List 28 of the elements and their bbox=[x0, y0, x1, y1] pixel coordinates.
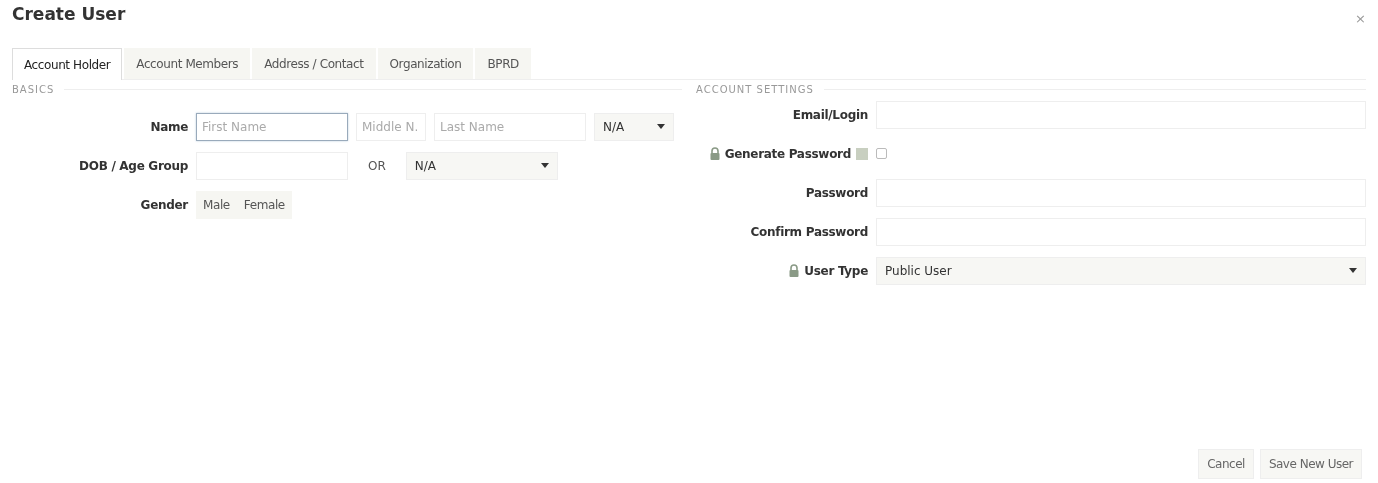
tab[interactable]: Account Members bbox=[124, 48, 251, 79]
or-label: OR bbox=[368, 158, 386, 173]
field-label: Confirm Password bbox=[750, 224, 868, 239]
tab[interactable]: Organization bbox=[377, 48, 474, 79]
field-label: Name bbox=[149, 119, 188, 134]
select-field[interactable]: N/A bbox=[594, 112, 674, 141]
caret-icon bbox=[1349, 268, 1357, 273]
field-label: User Type bbox=[804, 263, 868, 278]
tab[interactable]: Address / Contact bbox=[252, 48, 376, 79]
help-icon[interactable] bbox=[856, 147, 868, 160]
tab[interactable]: BPRD bbox=[475, 48, 531, 79]
section-heading: ACCOUNT SETTINGS bbox=[696, 84, 814, 95]
text-field[interactable]: First Name bbox=[196, 112, 348, 141]
select-field[interactable]: N/A bbox=[405, 151, 558, 180]
select-field[interactable]: Public User bbox=[876, 256, 1366, 285]
dialog-button[interactable]: Cancel bbox=[1198, 449, 1254, 479]
tab[interactable]: Account Holder bbox=[12, 48, 123, 80]
caret-icon bbox=[657, 124, 665, 129]
dialog-button[interactable]: Save New User bbox=[1259, 449, 1362, 479]
field-label: Password bbox=[805, 185, 868, 200]
field-label: Gender bbox=[139, 197, 188, 212]
checkbox[interactable] bbox=[876, 148, 887, 159]
field-label: Generate Password bbox=[724, 146, 851, 161]
caret-icon bbox=[540, 163, 549, 168]
field-label: DOB / Age Group bbox=[78, 158, 188, 173]
section-heading: BASICS bbox=[12, 84, 55, 95]
dialog-title: Create User bbox=[12, 4, 126, 24]
field-label: Email/Login bbox=[792, 107, 868, 122]
